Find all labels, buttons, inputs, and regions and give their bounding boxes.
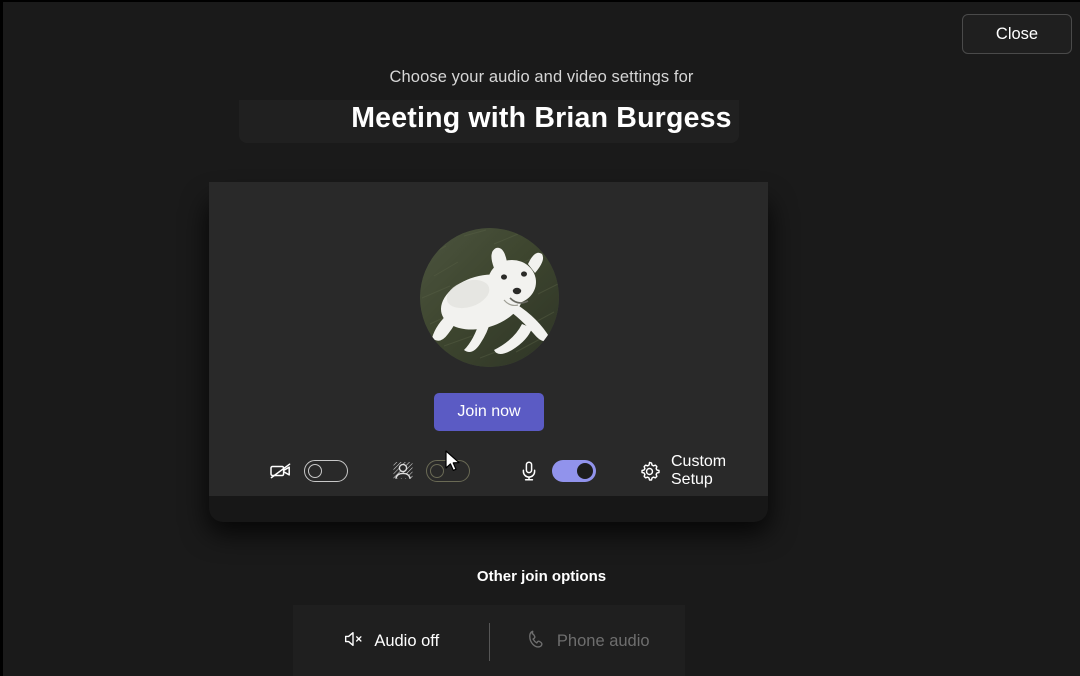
- avatar: [420, 228, 559, 367]
- background-effects-control: [390, 458, 470, 484]
- camera-control: [268, 458, 348, 484]
- background-effects-toggle-knob: [430, 464, 444, 478]
- microphone-toggle[interactable]: [552, 460, 596, 482]
- phone-icon: [525, 628, 547, 655]
- audio-off-button[interactable]: Audio off: [293, 605, 489, 676]
- audio-off-label: Audio off: [374, 632, 440, 650]
- other-join-options-panel: Audio off Phone audio: [293, 605, 685, 676]
- device-controls-row: Custom Setup: [268, 453, 726, 488]
- custom-setup-label: Custom Setup: [671, 453, 727, 488]
- microphone-control: [516, 458, 596, 484]
- teams-prejoin-screen: Close Choose your audio and video settin…: [0, 0, 1080, 676]
- custom-setup-button[interactable]: Custom Setup: [638, 453, 729, 489]
- page-title: Meeting with Brian Burgess: [351, 102, 732, 134]
- close-button[interactable]: Close: [962, 14, 1072, 54]
- microphone-icon: [516, 458, 542, 484]
- camera-toggle-knob: [308, 464, 322, 478]
- camera-off-icon: [268, 458, 294, 484]
- phone-audio-label: Phone audio: [556, 632, 650, 650]
- background-effects-icon: [390, 458, 416, 484]
- microphone-toggle-knob: [577, 463, 593, 479]
- other-join-options-heading: Other join options: [476, 568, 607, 585]
- gear-icon: [638, 458, 661, 484]
- join-now-button[interactable]: Join now: [434, 393, 544, 431]
- phone-audio-button[interactable]: Phone audio: [490, 605, 686, 676]
- camera-toggle[interactable]: [304, 460, 348, 482]
- prejoin-subtitle: Choose your audio and video settings for: [389, 68, 694, 86]
- speaker-mute-icon: [342, 628, 364, 655]
- background-effects-toggle[interactable]: [426, 460, 470, 482]
